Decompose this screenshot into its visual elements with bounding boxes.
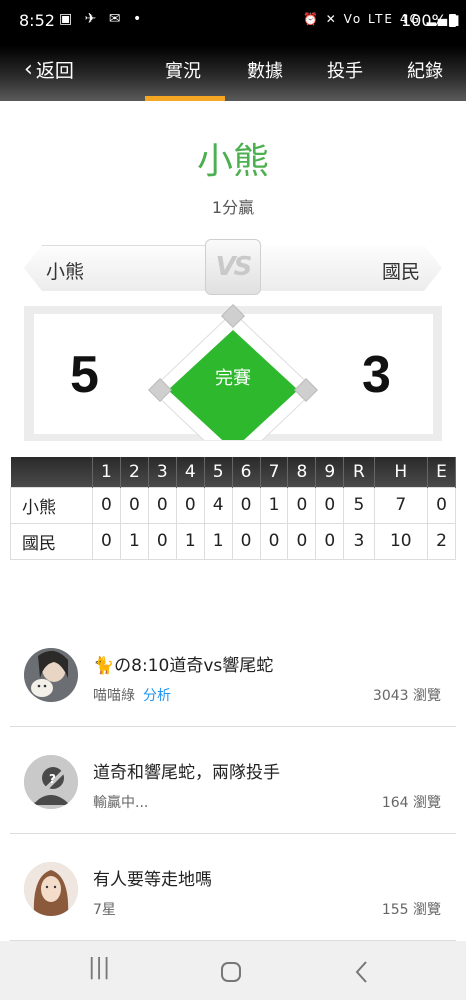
active-tab-indicator (145, 96, 225, 101)
score-cell: 1 (175, 522, 205, 560)
team-column-header (10, 457, 93, 487)
inning-header: 8 (287, 457, 317, 487)
hits-cell: 10 (373, 522, 429, 560)
tab-records[interactable]: 紀錄 (407, 57, 443, 83)
recent-apps-icon[interactable]: ||| (88, 955, 110, 980)
score-cell: 0 (147, 522, 177, 560)
back-nav-icon[interactable] (354, 960, 368, 984)
post-title[interactable]: 🐈の8:10道奇vs響尾蛇 (93, 651, 273, 676)
chevron-left-icon: ‹ (24, 57, 33, 82)
inning-header: 9 (315, 457, 345, 487)
score-cell: 0 (287, 486, 317, 524)
score-cell: 0 (175, 486, 205, 524)
post-title[interactable]: 有人要等走地嗎 (93, 865, 212, 890)
top-nav: ‹ 返回 實況 數據 投手 紀錄 (0, 40, 466, 101)
row-team: 國民 (10, 522, 93, 560)
inning-header: 2 (120, 457, 149, 487)
home-icon[interactable] (220, 961, 242, 983)
score-cell: 4 (203, 486, 233, 524)
runs-cell: 3 (343, 522, 375, 560)
score-cell: 1 (119, 522, 149, 560)
score-cell: 0 (259, 522, 289, 560)
notification-icons: ▣ ✈ ✉ • (59, 11, 146, 27)
hits-cell: 7 (373, 486, 429, 524)
avatar[interactable]: ? (24, 755, 78, 809)
post-views: 3043 瀏覽 (372, 688, 441, 704)
table-row: 國民 0 1 0 1 1 0 0 0 0 3 10 2 (10, 522, 456, 560)
home-team-name: 國民 (381, 261, 420, 283)
score-cell: 0 (315, 522, 345, 560)
winner-team: 小熊 (196, 141, 269, 182)
inning-header: 4 (176, 457, 205, 487)
post-tag[interactable]: 分析 (143, 688, 171, 704)
default-avatar-icon: ? (24, 755, 78, 809)
inning-header: 3 (148, 457, 177, 487)
avatar[interactable] (24, 862, 78, 916)
post-author-line: 輸贏中... (93, 792, 148, 812)
tab-live[interactable]: 實況 (165, 57, 201, 83)
score-cell: 0 (231, 522, 261, 560)
score-cell: 0 (287, 522, 317, 560)
game-status: 完賽 (215, 368, 251, 389)
inning-header: 6 (232, 457, 261, 487)
status-bar: 8:52 ▣ ✈ ✉ • ⏰ ✕ Vo LTE 4G ▂▄▆ 100% (0, 0, 466, 40)
app-header: 8:52 ▣ ✈ ✉ • ⏰ ✕ Vo LTE 4G ▂▄▆ 100% ‹ 返回… (0, 0, 466, 101)
post-author-line: 7星 (93, 899, 116, 919)
runs-cell: 5 (343, 486, 375, 524)
errors-cell: 0 (427, 486, 456, 524)
runs-header: R (343, 457, 375, 487)
line-score-header: 1 2 3 4 5 6 7 8 9 R H E (10, 457, 456, 487)
score-cell: 0 (315, 486, 345, 524)
post-views: 155 瀏覽 (381, 902, 441, 918)
svg-text:?: ? (49, 772, 56, 786)
inning-header: 1 (92, 457, 121, 487)
tab-pitchers[interactable]: 投手 (327, 57, 363, 83)
score-cell: 1 (203, 522, 233, 560)
inning-header: 7 (260, 457, 289, 487)
post-author: 7星 (93, 902, 116, 918)
away-score: 5 (70, 346, 99, 404)
score-cell: 0 (119, 486, 149, 524)
score-cell: 0 (147, 486, 177, 524)
list-item[interactable]: 有人要等走地嗎 7星 155 瀏覽 (10, 834, 456, 941)
line-score-table: 1 2 3 4 5 6 7 8 9 R H E 小熊 0 0 0 0 4 0 1… (10, 457, 456, 560)
score-cell: 0 (231, 486, 261, 524)
post-author: 喵喵綠 (93, 688, 135, 704)
list-item[interactable]: 🐈の8:10道奇vs響尾蛇 喵喵綠 分析 3043 瀏覽 (10, 620, 456, 727)
status-time: 8:52 (19, 11, 55, 30)
battery-level: 100% (401, 11, 447, 30)
system-nav-bar: ||| (0, 941, 466, 1000)
tab-stats[interactable]: 數據 (247, 57, 283, 83)
errors-header: E (427, 457, 456, 487)
battery-icon (448, 14, 456, 27)
vs-badge: VS (205, 239, 261, 295)
avatar[interactable] (24, 648, 78, 702)
user-photo-icon (24, 862, 78, 916)
back-button[interactable]: ‹ 返回 (24, 56, 74, 83)
table-row: 小熊 0 0 0 0 4 0 1 0 0 5 7 0 (10, 486, 456, 524)
home-score: 3 (362, 346, 391, 404)
errors-cell: 2 (427, 522, 456, 560)
score-cell: 1 (259, 486, 289, 524)
back-label: 返回 (35, 60, 74, 82)
score-cell: 0 (92, 522, 121, 560)
hits-header: H (374, 457, 429, 487)
user-photo-icon (24, 648, 78, 702)
post-author: 輸贏中... (93, 795, 149, 811)
inning-header: 5 (204, 457, 233, 487)
win-margin: 1分贏 (211, 198, 255, 217)
away-team-name: 小熊 (46, 261, 85, 283)
list-item[interactable]: ? 道奇和響尾蛇，兩隊投手 輸贏中... 164 瀏覽 (10, 727, 456, 834)
post-author-line: 喵喵綠 分析 (93, 685, 171, 705)
post-views: 164 瀏覽 (381, 795, 441, 811)
score-cell: 0 (92, 486, 121, 524)
row-team: 小熊 (10, 486, 93, 524)
battery-indicator: 100% (401, 11, 456, 30)
post-title[interactable]: 道奇和響尾蛇，兩隊投手 (93, 758, 280, 783)
